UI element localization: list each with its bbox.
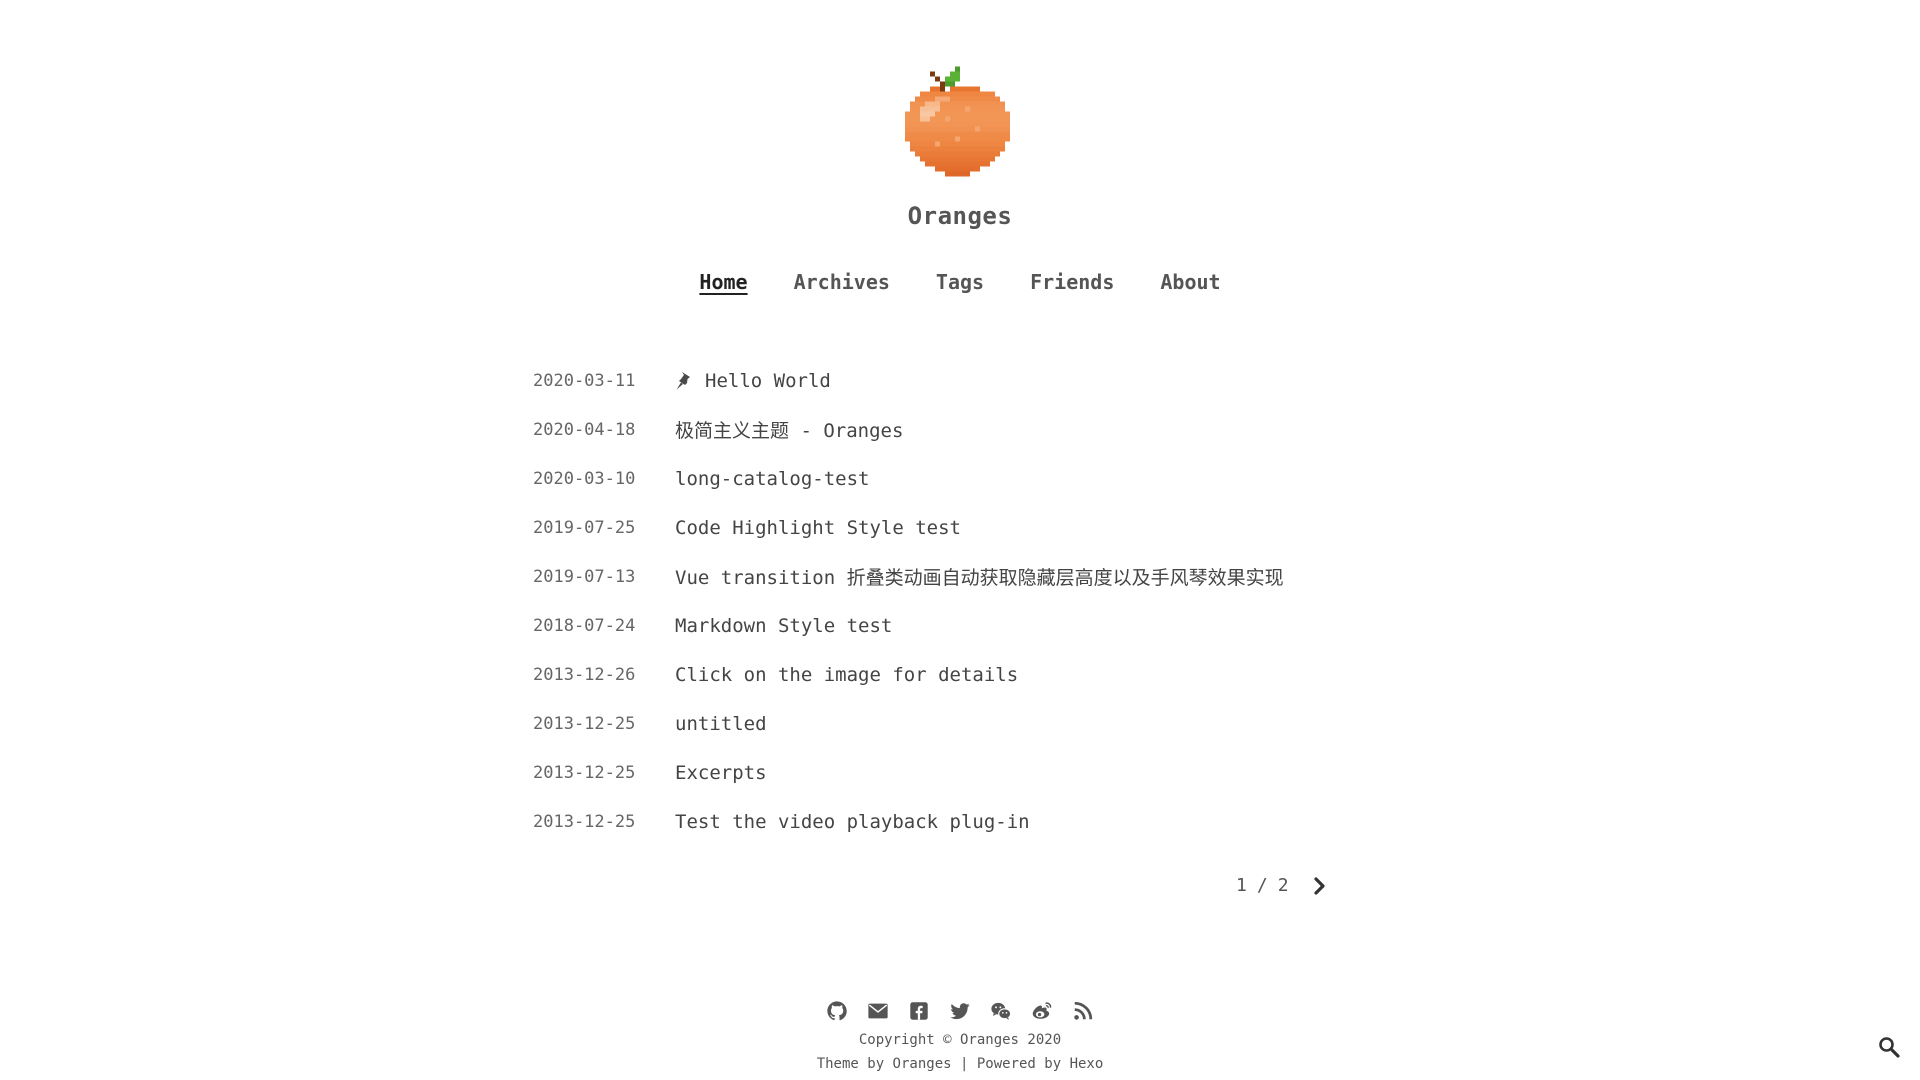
nav-item-tags[interactable]: Tags — [936, 270, 984, 298]
post-date: 2020-03-11 — [533, 370, 636, 391]
post-row: 2013-12-25 Excerpts — [533, 748, 1353, 797]
orange-logo-icon[interactable] — [905, 66, 1015, 182]
post-title-link[interactable]: Vue transition 折叠类动画自动获取隐藏层高度以及手风琴效果实现 — [675, 563, 1284, 590]
weibo-icon[interactable] — [1031, 1000, 1053, 1022]
post-date: 2013-12-25 — [533, 811, 636, 832]
pagination: 1 / 2 — [1236, 875, 1327, 896]
copyright-text: Copyright © Oranges 2020 — [858, 1032, 1062, 1048]
post-title-text: Hello World — [705, 369, 831, 392]
page-separator: / — [1256, 875, 1268, 896]
site-footer: Copyright © Oranges 2020 Theme by Orange… — [0, 1000, 1920, 1076]
search-icon[interactable] — [1878, 1036, 1900, 1058]
post-list: 2020-03-11 Hello World 2020-04-18 极简主义主题… — [533, 356, 1353, 846]
post-title-link[interactable]: Markdown Style test — [675, 615, 892, 637]
post-row: 2020-03-10 long-catalog-test — [533, 454, 1353, 503]
nav-item-home[interactable]: Home — [699, 270, 748, 300]
social-links — [0, 1000, 1920, 1022]
post-row: 2018-07-24 Markdown Style test — [533, 601, 1353, 650]
rss-icon[interactable] — [1072, 1000, 1094, 1022]
post-title-link[interactable]: 极简主义主题 - Oranges — [675, 416, 903, 443]
post-title-link[interactable]: Code Highlight Style test — [675, 517, 961, 539]
main-nav: Home Archives Tags Friends About — [0, 270, 1920, 300]
facebook-icon[interactable] — [908, 1000, 930, 1022]
post-title-link[interactable]: Test the video playback plug-in — [675, 811, 1030, 833]
wechat-icon[interactable] — [990, 1000, 1012, 1022]
post-date: 2013-12-25 — [533, 762, 636, 783]
theme-credit-text: Theme by Oranges | Powered by Hexo — [816, 1056, 1104, 1072]
post-title-link[interactable]: untitled — [675, 713, 767, 735]
nav-item-friends[interactable]: Friends — [1030, 270, 1114, 298]
post-title-link[interactable]: Excerpts — [675, 762, 767, 784]
email-icon[interactable] — [867, 1000, 889, 1022]
site-title[interactable]: Oranges — [0, 202, 1920, 230]
twitter-icon[interactable] — [949, 1000, 971, 1022]
post-title-link[interactable]: Click on the image for details — [675, 664, 1018, 686]
post-title-link[interactable]: long-catalog-test — [675, 468, 869, 490]
post-date: 2020-04-18 — [533, 419, 636, 440]
post-date: 2013-12-25 — [533, 713, 636, 734]
github-icon[interactable] — [826, 1000, 848, 1022]
page-current: 1 — [1236, 875, 1247, 896]
nav-item-archives[interactable]: Archives — [794, 270, 890, 298]
post-row: 2013-12-25 Test the video playback plug-… — [533, 797, 1353, 846]
post-date: 2018-07-24 — [533, 615, 636, 636]
site-header: Oranges — [0, 66, 1920, 230]
post-date: 2019-07-25 — [533, 517, 636, 538]
post-row: 2020-04-18 极简主义主题 - Oranges — [533, 405, 1353, 454]
page-total: 2 — [1277, 875, 1289, 896]
post-row: 2019-07-25 Code Highlight Style test — [533, 503, 1353, 552]
post-row: 2020-03-11 Hello World — [533, 356, 1353, 405]
post-date: 2013-12-26 — [533, 664, 636, 685]
post-title-link[interactable]: Hello World — [675, 370, 831, 392]
nav-item-about[interactable]: About — [1160, 270, 1220, 298]
post-date: 2020-03-10 — [533, 468, 636, 489]
pin-icon — [676, 371, 690, 389]
chevron-right-icon[interactable] — [1313, 876, 1327, 895]
post-row: 2013-12-26 Click on the image for detail… — [533, 650, 1353, 699]
post-row: 2013-12-25 untitled — [533, 699, 1353, 748]
post-date: 2019-07-13 — [533, 566, 636, 587]
page: Oranges Home Archives Tags Friends About… — [0, 0, 1920, 1080]
post-row: 2019-07-13 Vue transition 折叠类动画自动获取隐藏层高度… — [533, 552, 1353, 601]
